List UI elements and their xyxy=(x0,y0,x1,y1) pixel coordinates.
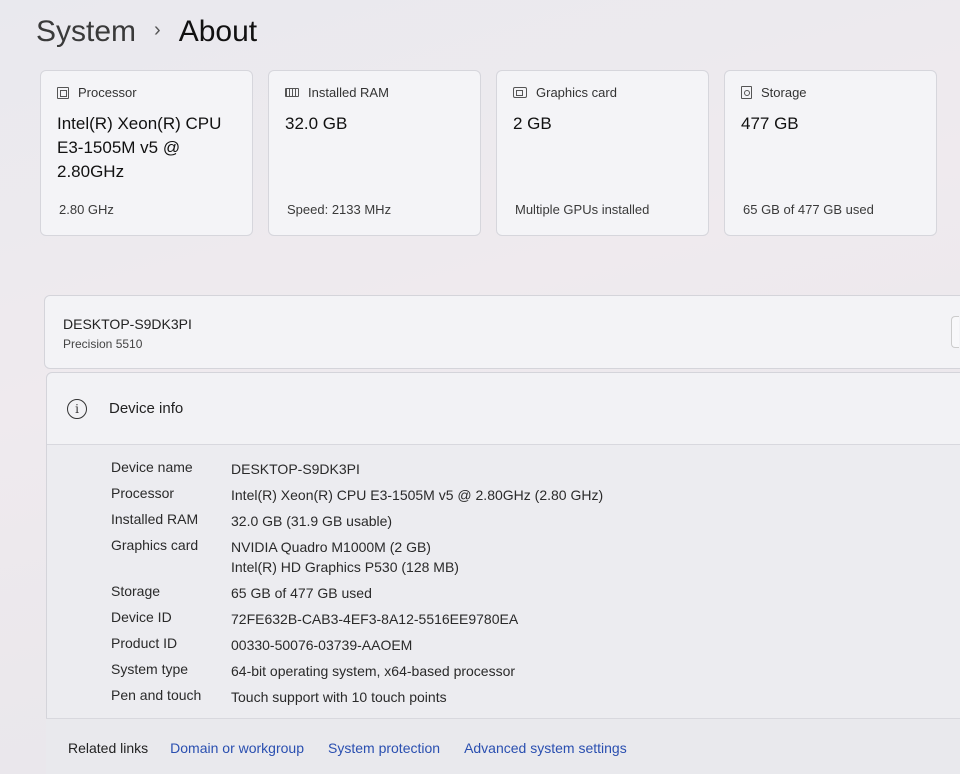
spec-value: NVIDIA Quadro M1000M (2 GB) Intel(R) HD … xyxy=(231,537,459,577)
spec-label: Installed RAM xyxy=(111,511,199,527)
card-sub: Multiple GPUs installed xyxy=(515,202,650,217)
spec-row: Processor Intel(R) Xeon(R) CPU E3-1505M … xyxy=(111,485,603,505)
card-label: Processor xyxy=(78,85,137,100)
advanced-system-settings-link[interactable]: Advanced system settings xyxy=(464,740,627,756)
ram-card: Installed RAM 32.0 GB Speed: 2133 MHz xyxy=(268,70,481,236)
spec-label: System type xyxy=(111,661,189,677)
processor-icon xyxy=(57,86,69,99)
spec-row: Installed RAM 32.0 GB (31.9 GB usable) xyxy=(111,511,392,531)
graphics-card-card: Graphics card 2 GB Multiple GPUs install… xyxy=(496,70,709,236)
related-links-bar: Related links Domain or workgroup System… xyxy=(46,718,960,774)
device-info-title: Device info xyxy=(109,400,184,417)
spec-label: Product ID xyxy=(111,635,178,651)
storage-icon xyxy=(741,86,752,99)
spec-value-line: Intel(R) HD Graphics P530 (128 MB) xyxy=(231,559,459,575)
spec-row: Graphics card NVIDIA Quadro M1000M (2 GB… xyxy=(111,537,459,577)
breadcrumb: System › About xyxy=(36,14,257,50)
spec-value: 00330-50076-03739-AAOEM xyxy=(231,637,413,653)
spec-row: Device name DESKTOP-S9DK3PI xyxy=(111,459,360,479)
card-label: Graphics card xyxy=(536,85,617,100)
card-sub: 2.80 GHz xyxy=(59,202,114,217)
card-value: 2 GB xyxy=(513,114,552,133)
device-info-panel: i Device info Device name DESKTOP-S9DK3P… xyxy=(46,372,960,774)
card-label: Storage xyxy=(761,85,807,100)
related-links-label: Related links xyxy=(68,739,149,756)
spec-label: Processor xyxy=(111,485,175,501)
spec-row: Storage 65 GB of 477 GB used xyxy=(111,583,372,603)
card-value: Intel(R) Xeon(R) CPU E3-1505M v5 @ 2.80G… xyxy=(57,114,222,181)
card-value: 477 GB xyxy=(741,114,799,133)
spec-row: Pen and touch Touch support with 10 touc… xyxy=(111,687,447,707)
spec-value: Touch support with 10 touch points xyxy=(231,689,447,705)
rename-button[interactable] xyxy=(951,316,959,348)
device-model: Precision 5510 xyxy=(63,337,143,351)
spec-value: 64-bit operating system, x64-based proce… xyxy=(231,663,516,679)
info-icon: i xyxy=(67,398,87,419)
spec-label: Pen and touch xyxy=(111,687,202,703)
breadcrumb-system[interactable]: System xyxy=(36,14,136,50)
spec-row: Product ID 00330-50076-03739-AAOEM xyxy=(111,635,412,655)
chevron-right-icon: › xyxy=(154,19,161,41)
spec-label: Graphics card xyxy=(111,537,199,553)
system-protection-link[interactable]: System protection xyxy=(328,740,440,756)
spec-value: DESKTOP-S9DK3PI xyxy=(231,461,360,477)
storage-card: Storage 477 GB 65 GB of 477 GB used xyxy=(724,70,937,236)
spec-label: Device name xyxy=(111,459,193,475)
spec-label: Device ID xyxy=(111,609,172,625)
spec-value: 65 GB of 477 GB used xyxy=(231,585,372,601)
device-name: DESKTOP-S9DK3PI xyxy=(63,316,192,332)
spec-value: Intel(R) Xeon(R) CPU E3-1505M v5 @ 2.80G… xyxy=(231,487,604,503)
spec-row: System type 64-bit operating system, x64… xyxy=(111,661,515,681)
card-sub: Speed: 2133 MHz xyxy=(287,202,392,217)
spec-value-line: NVIDIA Quadro M1000M (2 GB) xyxy=(231,539,431,555)
graphics-card-icon xyxy=(513,87,527,98)
processor-card: Processor Intel(R) Xeon(R) CPU E3-1505M … xyxy=(40,70,253,236)
ram-icon xyxy=(285,88,299,97)
spec-cards: Processor Intel(R) Xeon(R) CPU E3-1505M … xyxy=(40,70,942,238)
spec-label: Storage xyxy=(111,583,161,599)
device-info-header[interactable]: i Device info xyxy=(47,373,960,445)
card-sub: 65 GB of 477 GB used xyxy=(743,202,874,217)
spec-value: 32.0 GB (31.9 GB usable) xyxy=(231,513,393,529)
spec-row: Device ID 72FE632B-CAB3-4EF3-8A12-5516EE… xyxy=(111,609,518,629)
spec-value: 72FE632B-CAB3-4EF3-8A12-5516EE9780EA xyxy=(231,611,519,627)
card-value: 32.0 GB xyxy=(285,114,348,133)
device-name-box: DESKTOP-S9DK3PI Precision 5510 xyxy=(44,295,960,369)
card-label: Installed RAM xyxy=(308,85,389,100)
page-title: About xyxy=(178,15,258,48)
domain-workgroup-link[interactable]: Domain or workgroup xyxy=(170,740,304,756)
